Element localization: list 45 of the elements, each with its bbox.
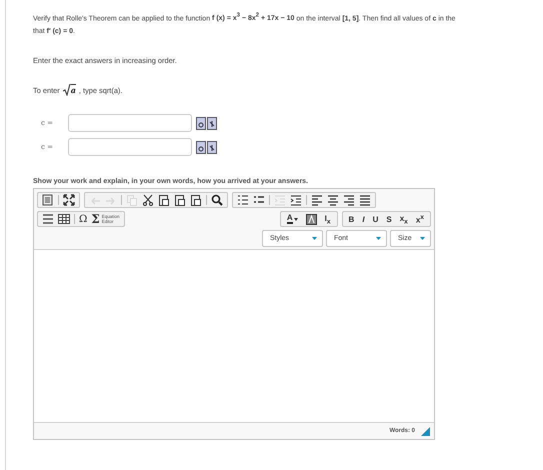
align-center-icon — [327, 194, 339, 206]
hline-button[interactable] — [40, 212, 56, 226]
table-button[interactable] — [56, 212, 72, 226]
special-character-button[interactable]: Ω — [77, 212, 90, 226]
outdent-icon — [274, 194, 286, 206]
align-left-button[interactable] — [309, 193, 325, 208]
paste-button[interactable] — [156, 193, 172, 208]
align-right-button[interactable] — [341, 193, 357, 208]
answer-field[interactable] — [68, 138, 192, 156]
answer-field[interactable] — [68, 114, 192, 132]
format-button[interactable]: B — [344, 212, 358, 226]
paste-button[interactable] — [188, 193, 204, 208]
background-color-icon — [306, 214, 317, 225]
table-icon — [58, 213, 70, 226]
cut-icon — [142, 194, 154, 206]
copy-icon — [126, 194, 138, 206]
indent-button[interactable] — [288, 193, 304, 208]
format-button[interactable]: S — [382, 212, 396, 226]
text-color-button[interactable]: A — [282, 212, 302, 226]
source-icon — [42, 194, 54, 206]
justify-icon — [359, 194, 371, 206]
align-center-button[interactable] — [325, 193, 341, 208]
resize-handle-icon[interactable] — [421, 426, 430, 436]
justify-button[interactable] — [357, 193, 373, 208]
caret-icon — [376, 237, 381, 240]
cut-button[interactable] — [140, 193, 156, 208]
format-button[interactable]: I — [358, 212, 369, 226]
indent-icon — [290, 194, 302, 206]
caret-icon — [294, 218, 298, 221]
format-button[interactable]: U — [368, 212, 382, 226]
align-right-icon — [343, 194, 355, 206]
caret-icon — [312, 237, 317, 240]
maximize-button[interactable] — [61, 193, 77, 208]
paste-button[interactable] — [172, 193, 188, 208]
format-button[interactable]: I$_{x}$ — [320, 212, 335, 226]
numlist-icon — [237, 194, 249, 206]
find-icon — [211, 194, 223, 206]
horizontal-line-icon — [42, 213, 54, 226]
align-left-icon — [311, 194, 323, 206]
numlist-button[interactable] — [235, 193, 251, 208]
maximize-icon — [63, 194, 75, 206]
format-button[interactable]: x$^{x}$ — [412, 212, 428, 226]
format-button[interactable]: x$_{x}$ — [396, 212, 412, 226]
caret-icon — [420, 237, 425, 240]
find-button[interactable] — [209, 193, 225, 208]
